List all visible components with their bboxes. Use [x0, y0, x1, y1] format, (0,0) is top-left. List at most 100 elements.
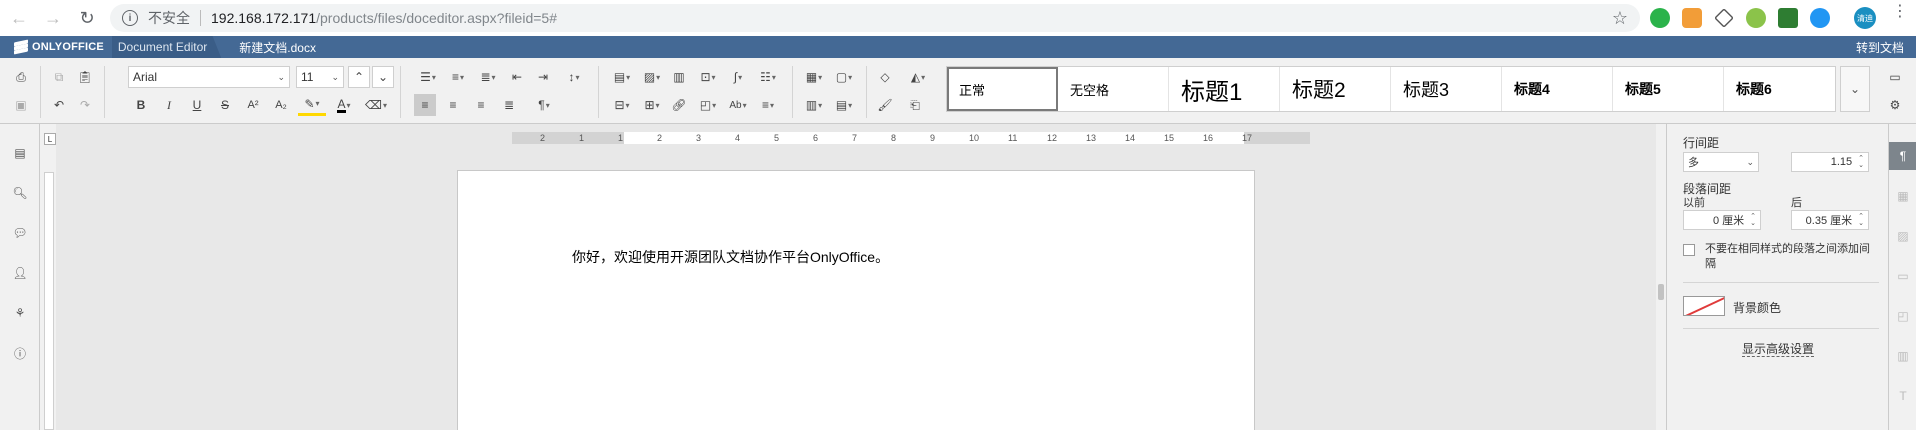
paragraph-settings-tab-icon[interactable]: ¶ [1889, 142, 1916, 170]
decrease-indent-icon[interactable]: ⇤ [506, 66, 528, 88]
header-footer-tab-icon[interactable]: ▭ [1889, 262, 1916, 290]
align-justify-icon[interactable]: ≣ [498, 94, 520, 116]
print-icon[interactable]: ⎙ [10, 66, 32, 88]
table-grid-icon[interactable]: ⊞ [638, 94, 666, 116]
line-spacing-icon[interactable]: ↕ [560, 66, 588, 88]
scrollbar-thumb[interactable] [1658, 284, 1664, 300]
hyperlink-icon[interactable]: 🔗︎ [668, 94, 690, 116]
back-icon[interactable]: ← [4, 3, 34, 33]
paragraph-marks-icon[interactable]: ¶ [530, 94, 558, 116]
globe-extension-icon[interactable] [1810, 8, 1830, 28]
user-icon[interactable]: 👤︎ [9, 262, 31, 284]
tab-stop-selector[interactable]: L [44, 133, 56, 145]
line-spacing-mode-select[interactable]: 多 ⌄ [1683, 152, 1759, 172]
subscript-icon[interactable]: A₂ [270, 94, 292, 116]
align-center-icon[interactable]: ≡ [442, 94, 464, 116]
style-no-spacing[interactable]: 无空格 [1058, 67, 1169, 111]
page-margins-icon[interactable]: ▦ [800, 66, 828, 88]
highlight-color-icon[interactable]: ✎ [298, 94, 326, 116]
onlyoffice-logo[interactable]: ONLYOFFICE [14, 39, 104, 55]
insert-break-icon[interactable]: ⊟ [608, 94, 636, 116]
insert-field-icon[interactable]: ☷ [754, 66, 782, 88]
document-text[interactable]: 你好，欢迎使用开源团队文档协作平台OnlyOffice。 [572, 247, 889, 267]
spinner-arrows-icon[interactable]: ⌃ ⌄ [1858, 213, 1864, 227]
text-art-icon[interactable]: Ab [724, 94, 752, 116]
insert-textbox-icon[interactable]: ⊡ [694, 66, 722, 88]
about-info-icon[interactable]: ⓘ [9, 342, 31, 364]
show-advanced-settings-link[interactable]: 显示高级设置 [1667, 340, 1889, 357]
font-name-select[interactable]: Arial ⌄ [128, 66, 290, 88]
spinner-arrows-icon[interactable]: ⌃ ⌄ [1750, 213, 1756, 227]
bookmark-star-icon[interactable]: ☆ [1612, 8, 1628, 29]
no-space-label[interactable]: 不要在相同样式的段落之间添加间隔 [1705, 242, 1875, 272]
multilevel-list-icon[interactable]: ≣ [474, 66, 502, 88]
numbering-icon[interactable]: ≡ [444, 66, 472, 88]
search-icon[interactable]: 🔍︎ [9, 182, 31, 204]
orientation-icon[interactable]: ▤ [830, 94, 858, 116]
spacing-before-input[interactable]: 0 厘米 ⌃ ⌄ [1683, 210, 1761, 230]
save-icon[interactable]: ▣ [10, 94, 32, 116]
insert-table-icon[interactable]: ▤ [608, 66, 636, 88]
info-icon[interactable]: i [122, 10, 138, 26]
shape-settings-tab-icon[interactable]: ◰ [1889, 302, 1916, 330]
superscript-icon[interactable]: A² [242, 94, 264, 116]
copy-icon[interactable]: ⧉ [48, 66, 70, 88]
cors-extension-icon[interactable] [1778, 8, 1798, 28]
browser-menu-icon[interactable]: ⋮ [1892, 4, 1908, 20]
strikethrough-icon[interactable]: S [214, 94, 236, 116]
plugins-gear-icon[interactable]: ⚙ [1884, 94, 1906, 116]
style-heading-4[interactable]: 标题4 [1502, 67, 1613, 111]
copy-style-icon[interactable]: 🖌︎ [874, 94, 896, 116]
style-normal[interactable]: 正常 [947, 67, 1058, 111]
reload-icon[interactable]: ↻ [72, 3, 102, 33]
style-heading-5[interactable]: 标题5 [1613, 67, 1724, 111]
align-left-icon[interactable]: ≡ [414, 94, 436, 116]
metamask-extension-icon[interactable] [1682, 8, 1702, 28]
insert-image-icon[interactable]: ▨ [638, 66, 666, 88]
increase-indent-icon[interactable]: ⇥ [532, 66, 554, 88]
clear-formatting-icon[interactable]: ◇ [874, 66, 896, 88]
plugins-icon[interactable]: ⚘ [9, 302, 31, 324]
table-settings-tab-icon[interactable]: ▦ [1889, 182, 1916, 210]
background-color-picker[interactable] [1683, 296, 1725, 316]
vertical-scrollbar[interactable] [1656, 124, 1666, 430]
spacing-after-input[interactable]: 0.35 厘米 ⌃ ⌄ [1791, 210, 1869, 230]
color-scheme-icon[interactable]: ◭ [904, 66, 932, 88]
dropcap-icon[interactable]: ≡ [754, 94, 782, 116]
forward-icon[interactable]: → [38, 3, 68, 33]
columns-icon[interactable]: ▥ [800, 94, 828, 116]
style-heading-1[interactable]: 标题1 [1169, 67, 1280, 111]
green-circle-extension-icon[interactable] [1746, 8, 1766, 28]
image-settings-tab-icon[interactable]: ▨ [1889, 222, 1916, 250]
document-page[interactable]: 你好，欢迎使用开源团队文档协作平台OnlyOffice。 [457, 170, 1255, 430]
line-spacing-value-input[interactable]: 1.15 ⌃ ⌄ [1791, 152, 1869, 172]
crosshair-extension-icon[interactable] [1714, 8, 1734, 28]
align-right-icon[interactable]: ≡ [470, 94, 492, 116]
decrease-font-icon[interactable]: ⌄ [372, 66, 394, 88]
evernote-extension-icon[interactable] [1650, 8, 1670, 28]
file-icon[interactable]: ▤ [9, 142, 31, 164]
view-settings-icon[interactable]: ▭ [1884, 66, 1906, 88]
style-heading-6[interactable]: 标题6 [1724, 67, 1835, 111]
undo-icon[interactable]: ↶ [48, 94, 70, 116]
font-size-select[interactable]: 11 ⌄ [296, 66, 344, 88]
insert-chart-icon[interactable]: ▥ [668, 66, 690, 88]
textart-settings-tab-icon[interactable]: T [1889, 382, 1916, 410]
italic-icon[interactable]: I [158, 94, 180, 116]
style-heading-2[interactable]: 标题2 [1280, 67, 1391, 111]
insert-shape-icon[interactable]: ◰ [694, 94, 722, 116]
underline-icon[interactable]: U [186, 94, 208, 116]
go-to-documents-link[interactable]: 转到文档 [1856, 36, 1904, 58]
profile-avatar[interactable]: 清迪 [1854, 7, 1876, 29]
chevron-down-icon[interactable]: ⌄ [1840, 66, 1870, 112]
document-title[interactable]: 新建文档.docx [239, 39, 316, 56]
page-size-icon[interactable]: ▢ [830, 66, 858, 88]
bullets-icon[interactable]: ☰ [414, 66, 442, 88]
redo-icon[interactable]: ↷ [74, 94, 96, 116]
comments-icon[interactable]: 💬︎ [9, 222, 31, 244]
address-bar[interactable]: i 不安全 192.168.172.171/products/files/doc… [110, 4, 1640, 32]
chart-settings-tab-icon[interactable]: ▥ [1889, 342, 1916, 370]
spinner-arrows-icon[interactable]: ⌃ ⌄ [1858, 155, 1864, 169]
no-space-checkbox[interactable] [1683, 244, 1695, 256]
style-heading-3[interactable]: 标题3 [1391, 67, 1502, 111]
